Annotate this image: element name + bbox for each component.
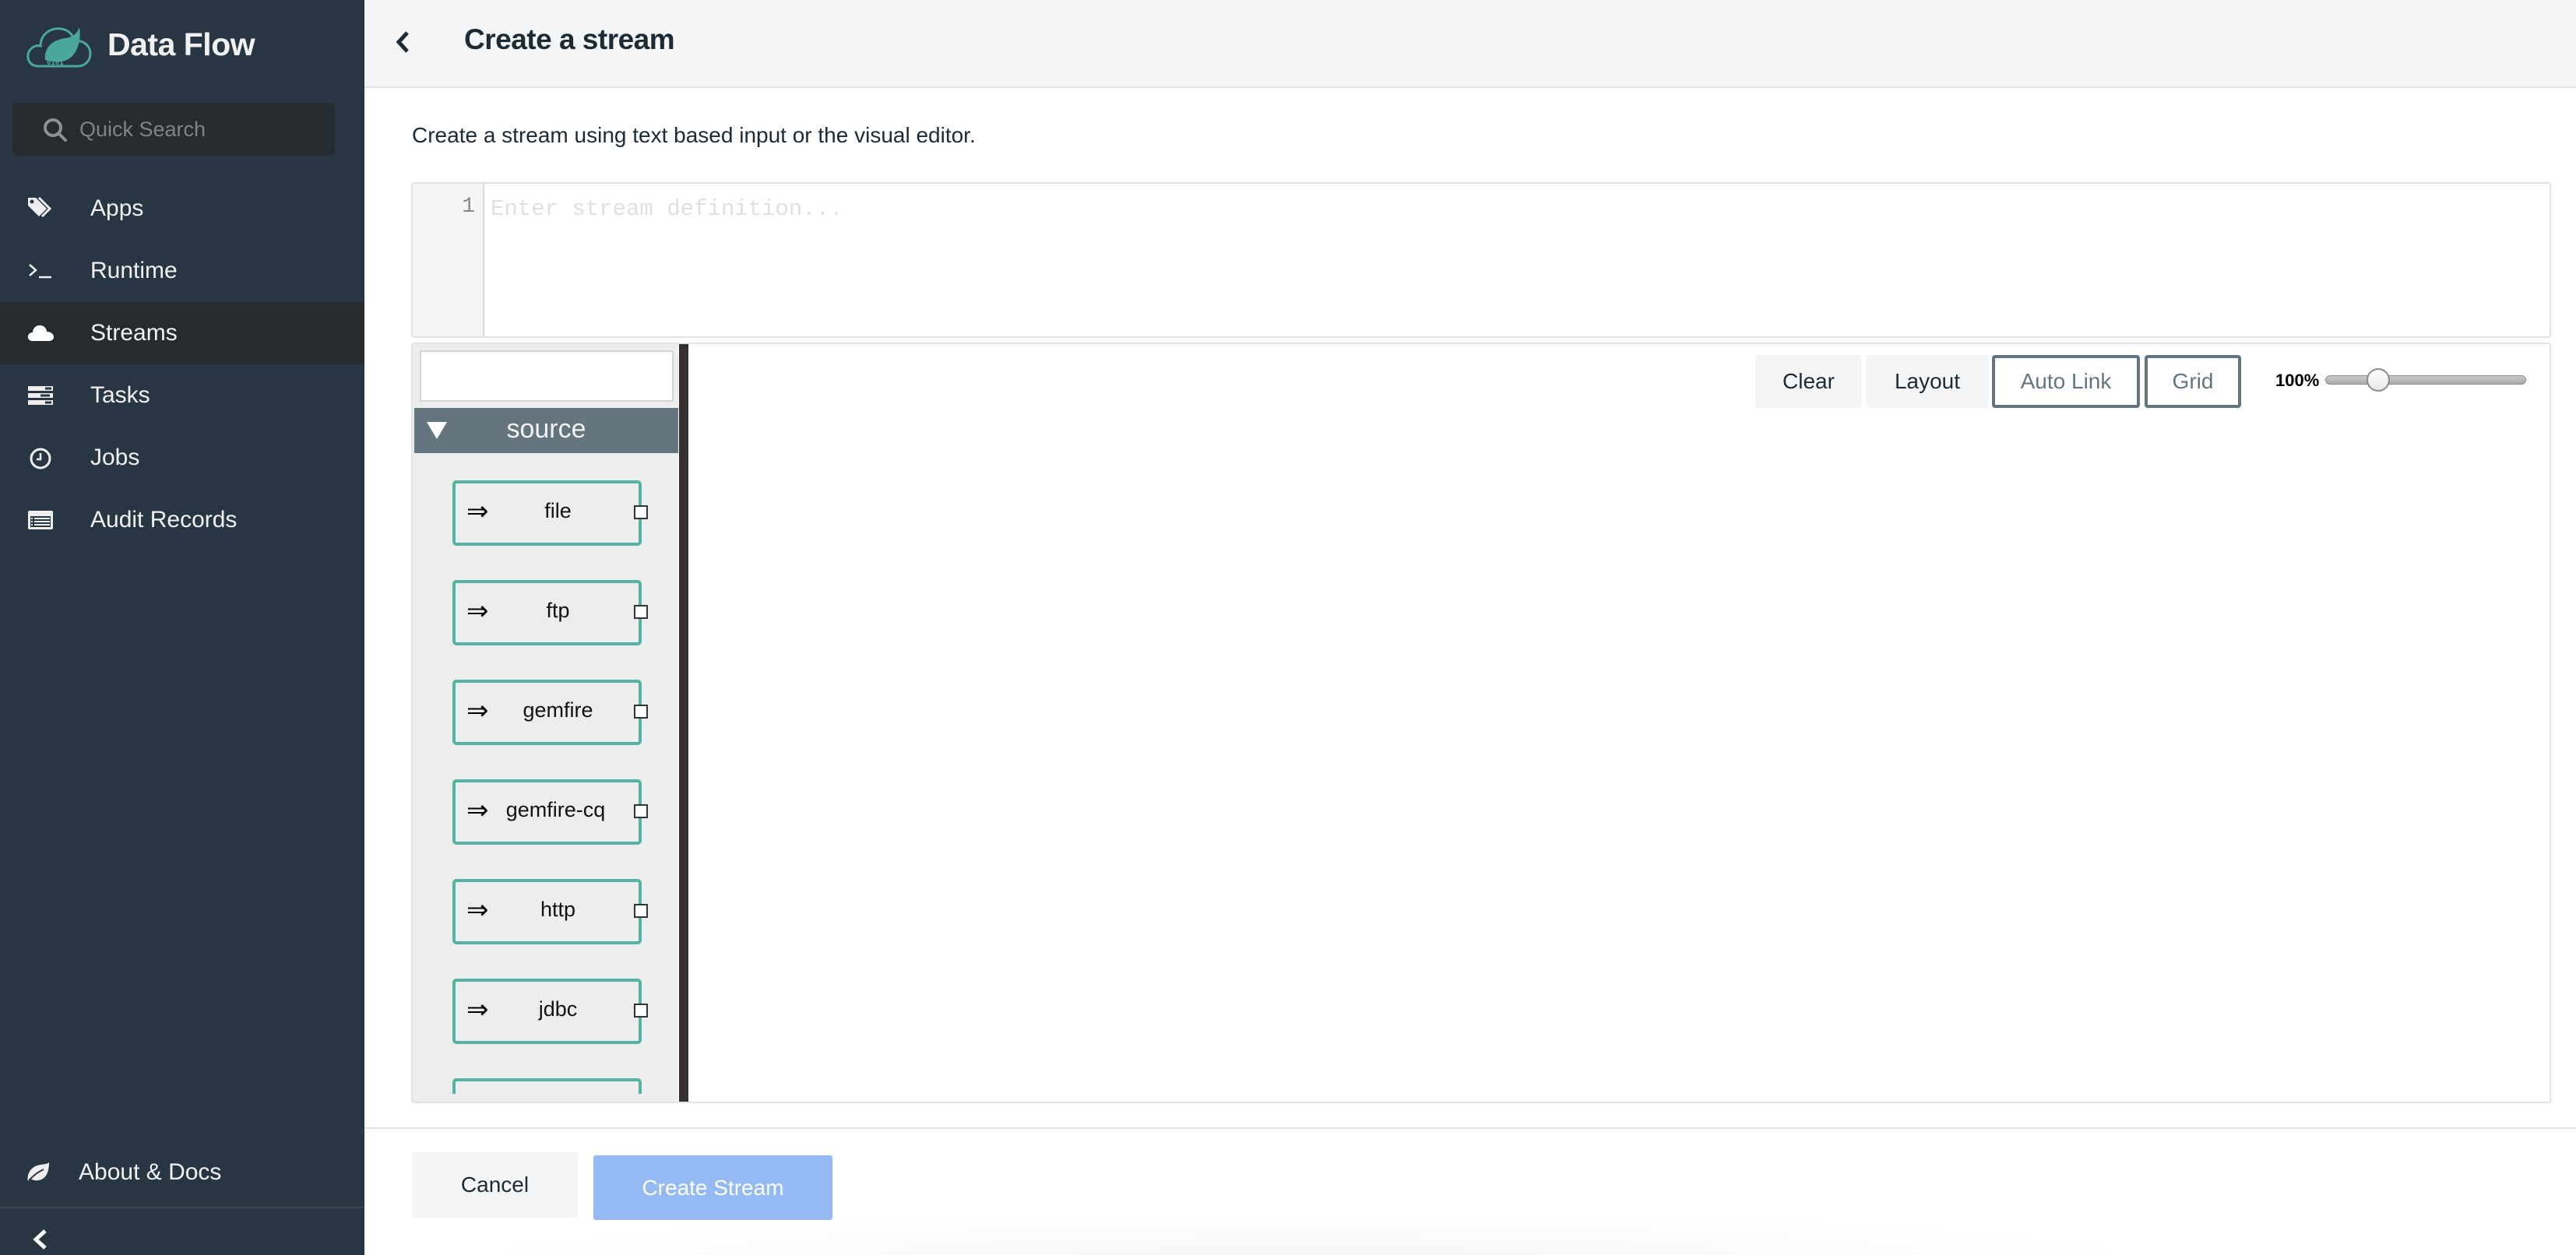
clear-button[interactable]: Clear — [1755, 355, 1862, 408]
line-number-gutter: 1 — [413, 184, 484, 336]
double-arrow-icon: ⇒ — [466, 994, 489, 1025]
sidebar-item-label: Streams — [90, 320, 178, 346]
palette-node-label: file — [544, 499, 572, 522]
palette: source ⇒ file ⇒ ftp ⇒ gemfire ⇒ gemfire-… — [413, 344, 678, 1102]
stream-definition-input[interactable] — [491, 193, 2515, 224]
palette-node-list[interactable]: ⇒ file ⇒ ftp ⇒ gemfire ⇒ gemfire-cq ⇒ ht… — [413, 453, 678, 1094]
sidebar-item-runtime[interactable]: Runtime — [0, 240, 364, 302]
bottom-shadow — [452, 1215, 2165, 1255]
auto-link-toggle[interactable]: Auto Link — [1992, 355, 2140, 408]
palette-node-partial[interactable] — [452, 1078, 642, 1094]
palette-node-label: gemfire — [523, 698, 593, 722]
spring-cloud-data-flow-logo-icon: 0101 — [26, 27, 92, 68]
stream-definition-editor: 1 — [411, 182, 2551, 338]
leaf-icon — [23, 1158, 51, 1186]
cancel-button[interactable]: Cancel — [412, 1152, 578, 1218]
footer-divider — [364, 1127, 2576, 1129]
visual-editor: source ⇒ file ⇒ ftp ⇒ gemfire ⇒ gemfire-… — [411, 343, 2551, 1103]
sidebar-item-label: Apps — [90, 195, 144, 221]
sidebar-item-label: About & Docs — [79, 1159, 222, 1185]
sidebar-item-label: Audit Records — [90, 507, 238, 533]
palette-node-jdbc[interactable]: ⇒ jdbc — [452, 979, 648, 1044]
svg-text:0101: 0101 — [47, 59, 64, 67]
back-button[interactable] — [392, 28, 413, 56]
chevron-left-icon — [33, 1229, 47, 1250]
palette-node-label: gemfire-cq — [505, 798, 606, 821]
palette-group-label: source — [506, 414, 586, 444]
sidebar-item-label: Tasks — [90, 382, 150, 408]
sidebar-nav: Apps Runtime Streams Tasks Jobs Audit Re… — [0, 178, 364, 551]
sidebar-item-label: Jobs — [90, 445, 140, 470]
output-port[interactable] — [634, 705, 648, 719]
search-icon — [44, 118, 67, 142]
cloud-icon — [26, 319, 55, 347]
double-arrow-icon: ⇒ — [466, 695, 489, 726]
palette-filter-input[interactable] — [420, 350, 674, 402]
palette-node-http[interactable]: ⇒ http — [452, 879, 648, 944]
page-description: Create a stream using text based input o… — [412, 123, 976, 147]
sidebar-item-label: Runtime — [90, 258, 178, 283]
output-port[interactable] — [634, 505, 648, 519]
chevron-left-icon — [396, 31, 409, 53]
double-arrow-icon: ⇒ — [466, 496, 489, 527]
sidebar-item-apps[interactable]: Apps — [0, 178, 364, 240]
page-header: Create a stream — [364, 0, 2576, 88]
palette-node-gemfire[interactable]: ⇒ gemfire — [452, 680, 648, 745]
app-title: Data Flow — [107, 26, 255, 62]
quick-search-input[interactable] — [79, 103, 329, 156]
sidebar-item-jobs[interactable]: Jobs — [0, 427, 364, 489]
layout-button[interactable]: Layout — [1866, 355, 1989, 408]
collapse-sidebar-button[interactable] — [28, 1226, 55, 1253]
palette-node-gemfire-cq[interactable]: ⇒ gemfire-cq — [452, 779, 648, 845]
sidebar-item-streams[interactable]: Streams — [0, 302, 364, 364]
editor-canvas[interactable] — [688, 344, 2550, 1102]
output-port[interactable] — [634, 1004, 648, 1018]
double-arrow-icon: ⇒ — [466, 895, 489, 926]
palette-node-ftp[interactable]: ⇒ ftp — [452, 580, 648, 645]
output-port[interactable] — [634, 605, 648, 619]
output-port[interactable] — [634, 904, 648, 918]
zoom-level-label: 100% — [2275, 371, 2320, 390]
sidebar-item-about-docs[interactable]: About & Docs — [0, 1141, 364, 1204]
palette-splitter[interactable] — [679, 344, 688, 1102]
grid-toggle[interactable]: Grid — [2145, 355, 2241, 408]
create-stream-button[interactable]: Create Stream — [593, 1155, 832, 1220]
sidebar-divider — [0, 1207, 364, 1208]
palette-node-label: http — [540, 898, 576, 921]
quick-search — [12, 103, 335, 156]
zoom-slider-thumb[interactable] — [2366, 368, 2390, 392]
clock-icon — [26, 444, 55, 472]
sidebar-item-audit-records[interactable]: Audit Records — [0, 489, 364, 551]
output-port[interactable] — [634, 804, 648, 818]
tasks-icon — [26, 381, 55, 410]
brand[interactable]: 0101 Data Flow — [23, 17, 255, 72]
palette-node-label: jdbc — [538, 997, 578, 1021]
page-title: Create a stream — [464, 23, 675, 55]
list-icon — [26, 506, 55, 534]
sidebar-item-tasks[interactable]: Tasks — [0, 364, 364, 427]
sidebar: 0101 Data Flow Apps — [0, 0, 364, 1255]
palette-node-label: ftp — [546, 599, 570, 622]
palette-node-file[interactable]: ⇒ file — [452, 480, 648, 546]
zoom-slider[interactable] — [2325, 368, 2526, 392]
double-arrow-icon: ⇒ — [466, 596, 489, 627]
tags-icon — [26, 195, 55, 223]
palette-group-source[interactable]: source — [414, 408, 678, 453]
terminal-icon — [26, 257, 55, 285]
line-number: 1 — [462, 195, 475, 219]
